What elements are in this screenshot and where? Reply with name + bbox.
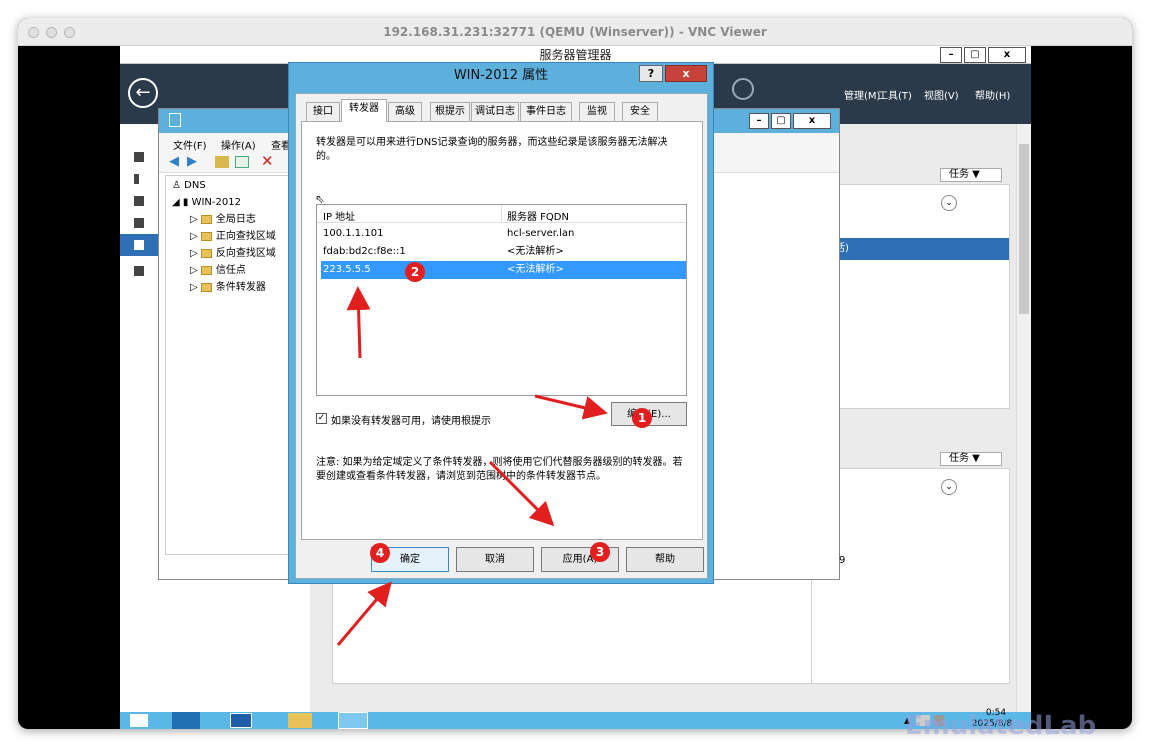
annotation-badge-4: 4	[370, 543, 390, 563]
arrow-to-apply	[488, 460, 555, 527]
annotation-arrows	[336, 286, 608, 646]
arrow-to-ok	[336, 581, 392, 646]
arrow-to-row	[346, 286, 371, 359]
annotation-badge-3: 3	[590, 542, 610, 562]
annotation-badge-2: 2	[405, 262, 425, 282]
tab-forwarders[interactable]: 转发器	[341, 99, 387, 122]
annotation-badge-1: 1	[632, 408, 652, 428]
arrow-to-edit	[534, 394, 608, 420]
watermark-logo: EmulatedLab	[905, 711, 1097, 741]
